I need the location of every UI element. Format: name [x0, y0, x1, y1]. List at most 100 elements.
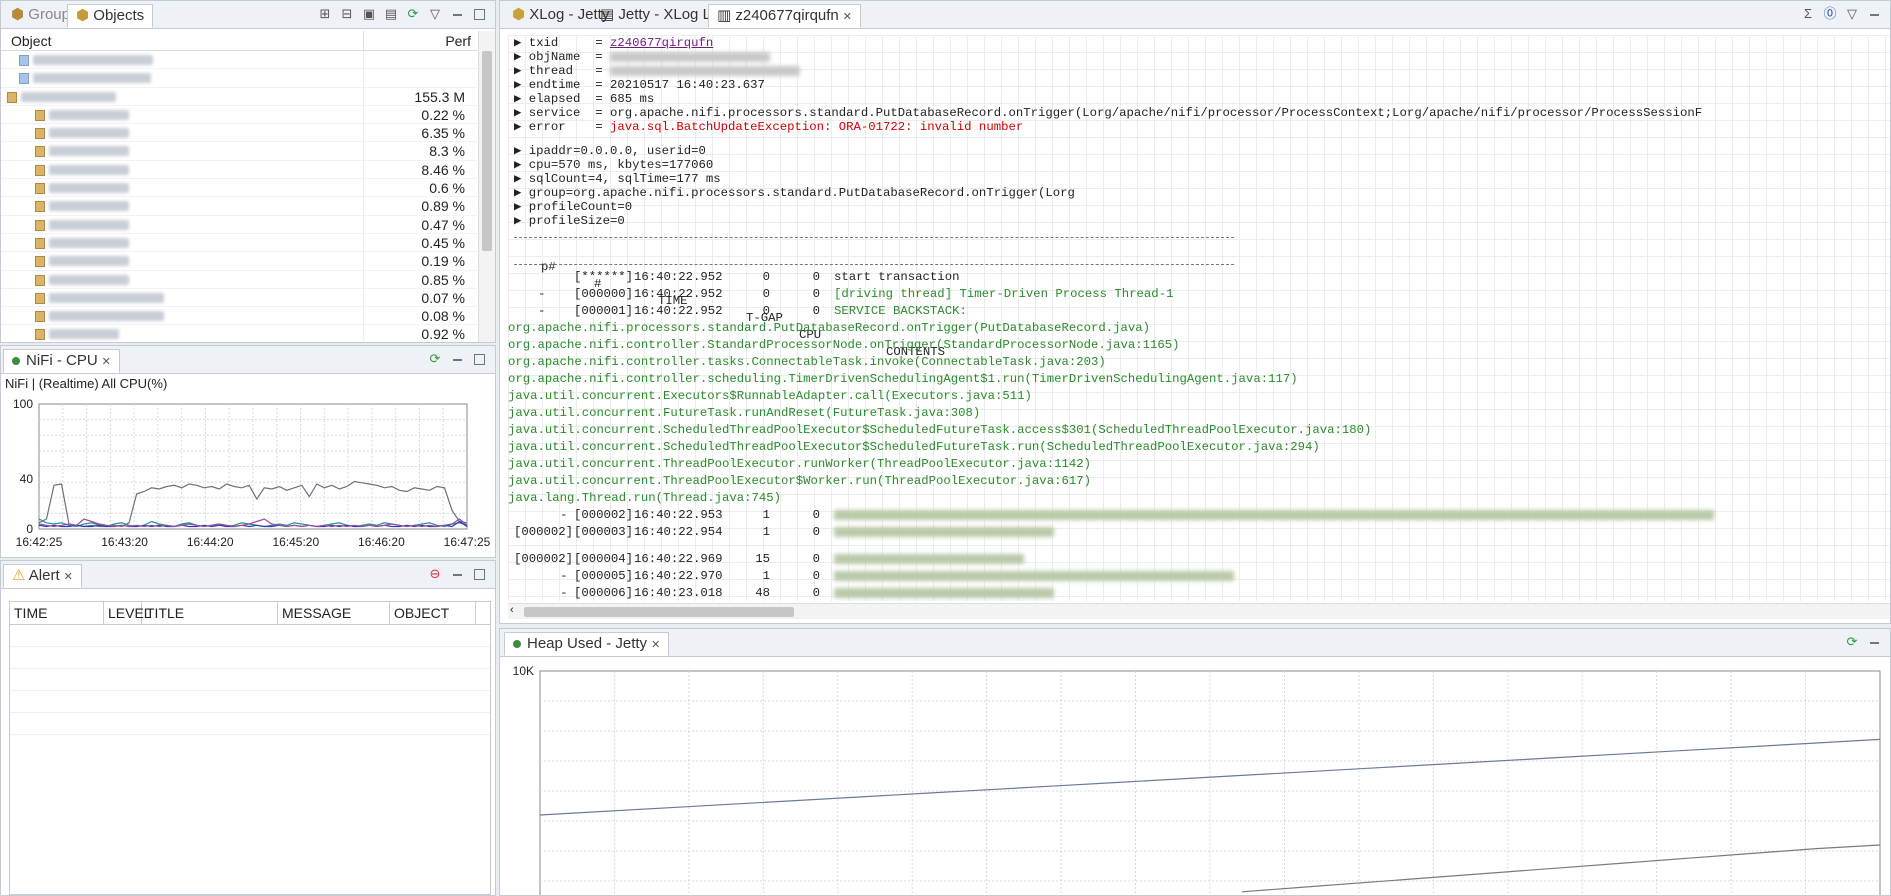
redacted-objname — [609, 51, 770, 62]
tab-nifi-cpu[interactable]: NiFi - CPU ✕ — [3, 349, 120, 373]
tab-xlog-detail[interactable]: ▥ z240677qirqufn ✕ — [708, 4, 861, 28]
tab-objects[interactable]: ⬢ Objects — [67, 4, 154, 28]
object-row[interactable] — [1, 51, 477, 70]
object-icon — [35, 183, 45, 195]
step-time: 16:40:22.952 — [634, 270, 723, 284]
backstack-line: org.apache.nifi.controller.scheduling.Ti… — [508, 372, 1298, 386]
backstack-line: java.util.concurrent.FutureTask.runAndRe… — [508, 406, 981, 420]
objects-scrollbar[interactable] — [478, 31, 495, 342]
alert-col-object[interactable]: OBJECT — [390, 602, 476, 624]
xlog-icon: ⬢ — [512, 6, 526, 23]
object-perf: 8.46 % — [421, 161, 465, 178]
alert-row-line — [10, 734, 490, 735]
step-tgap: 48 — [755, 586, 770, 600]
step-n: [000006] — [574, 586, 634, 600]
maximize-icon[interactable] — [471, 6, 487, 22]
redacted-object-name — [21, 91, 116, 102]
object-row[interactable]: 0.19 % — [1, 252, 477, 271]
object-row[interactable]: 0.89 % — [1, 197, 477, 216]
step-tgap: 1 — [762, 525, 770, 539]
step-cpu: 0 — [812, 304, 820, 318]
objects-scrollbar-thumb[interactable] — [482, 51, 492, 251]
objects-panel: ⬢ Groups ⬢ Objects ⊞ ⊟ ▣ ▤ ⟳ ▽ Object Pe… — [0, 0, 496, 343]
tab-alert[interactable]: ⚠ Alert ✕ — [3, 564, 82, 588]
minimize-icon[interactable] — [449, 566, 465, 582]
object-icon — [35, 329, 45, 341]
alert-row-line — [10, 668, 490, 669]
clear-alerts-icon[interactable]: ⊖ — [427, 566, 443, 582]
column-divider — [363, 160, 364, 179]
close-icon[interactable]: ✕ — [651, 639, 660, 651]
column-object[interactable]: Object — [11, 33, 51, 49]
object-row[interactable]: 8.3 % — [1, 142, 477, 161]
step-cpu: 0 — [812, 569, 820, 583]
object-icon — [35, 292, 45, 304]
scroll-left-icon[interactable]: ‹ — [510, 604, 514, 616]
object-perf: 0.85 % — [421, 271, 465, 288]
objects-tabbar: ⬢ Groups ⬢ Objects ⊞ ⊟ ▣ ▤ ⟳ ▽ — [1, 1, 495, 29]
server-icon — [19, 73, 29, 85]
alert-col-title[interactable]: TITLE — [142, 602, 278, 624]
column-divider — [363, 252, 364, 271]
service-value: org.apache.nifi.processors.standard.PutD… — [609, 106, 1703, 120]
object-perf: 0.22 % — [421, 106, 465, 123]
step-cpu: 0 — [812, 525, 820, 539]
minimize-icon[interactable] — [1866, 6, 1882, 22]
view-menu-icon[interactable]: ▽ — [1844, 6, 1860, 22]
collapse-all-icon[interactable]: ⊟ — [339, 6, 355, 22]
xlog-horizontal-scrollbar[interactable]: ‹ — [508, 603, 1890, 619]
object-row[interactable]: 0.47 % — [1, 215, 477, 234]
alert-table: TIME LEVEL TITLE MESSAGE OBJECT — [9, 601, 491, 895]
object-row[interactable]: 0.07 % — [1, 288, 477, 308]
refresh-icon[interactable]: ⟳ — [427, 351, 443, 367]
column-divider — [363, 233, 364, 252]
refresh-icon[interactable]: ⟳ — [405, 6, 421, 22]
help-icon[interactable]: ⓪ — [1822, 6, 1838, 22]
heap-chart: 10K0 — [513, 664, 1881, 895]
view-menu-icon[interactable]: ▽ — [427, 6, 443, 22]
maximize-icon[interactable] — [471, 351, 487, 367]
object-row[interactable]: 0.45 % — [1, 233, 477, 253]
step-p: - — [538, 287, 546, 301]
xlog-scrollbar-thumb[interactable] — [524, 607, 794, 617]
step-cpu: 0 — [812, 552, 820, 566]
object-row[interactable] — [1, 69, 477, 88]
alert-col-level[interactable]: LEVEL — [104, 602, 152, 624]
close-icon[interactable]: ✕ — [64, 571, 73, 583]
object-row[interactable]: 0.08 % — [1, 307, 477, 326]
close-icon[interactable]: ✕ — [102, 356, 111, 368]
cpu-tabbar: NiFi - CPU ✕ ⟳ — [1, 346, 495, 374]
column-divider — [363, 288, 364, 307]
column-perf[interactable]: Perf — [445, 33, 471, 49]
expand-all-icon[interactable]: ⊞ — [317, 6, 333, 22]
object-row[interactable]: 0.22 % — [1, 105, 477, 125]
close-icon[interactable]: ✕ — [843, 11, 852, 23]
object-row[interactable]: 0.85 % — [1, 270, 477, 289]
object-row[interactable]: 6.35 % — [1, 124, 477, 143]
object-row[interactable]: 8.46 % — [1, 160, 477, 180]
txid-link[interactable]: z240677qirqufn — [610, 36, 713, 50]
step-n: [000005] — [574, 569, 634, 583]
object-row[interactable]: 0.6 % — [1, 179, 477, 198]
y-tick-label: 40 — [20, 472, 34, 486]
minimize-icon[interactable] — [1866, 634, 1882, 650]
divider — [514, 264, 1234, 265]
maximize-icon[interactable] — [471, 566, 487, 582]
column-divider — [363, 105, 364, 124]
sigma-icon[interactable]: Σ — [1800, 6, 1816, 22]
alert-col-time[interactable]: TIME — [10, 602, 104, 624]
monitor-icon[interactable]: ▣ — [361, 6, 377, 22]
refresh-icon[interactable]: ⟳ — [1844, 634, 1860, 650]
object-row[interactable]: 155.3 M — [1, 87, 477, 106]
object-icon — [35, 256, 45, 268]
x-tick-label: 16:47:25 — [444, 535, 491, 549]
step-time: 16:40:22.953 — [634, 508, 723, 522]
server-icon[interactable]: ▤ — [383, 6, 399, 22]
tab-heap-used[interactable]: Heap Used - Jetty ✕ — [504, 632, 670, 656]
alert-col-message[interactable]: MESSAGE — [278, 602, 390, 624]
step-tgap: 0 — [762, 270, 770, 284]
profile-header-row: p# # TIME T-GAP CPU CONTENTS — [514, 242, 945, 359]
minimize-icon[interactable] — [449, 351, 465, 367]
object-row[interactable]: 0.92 % — [1, 325, 477, 342]
minimize-icon[interactable] — [449, 6, 465, 22]
